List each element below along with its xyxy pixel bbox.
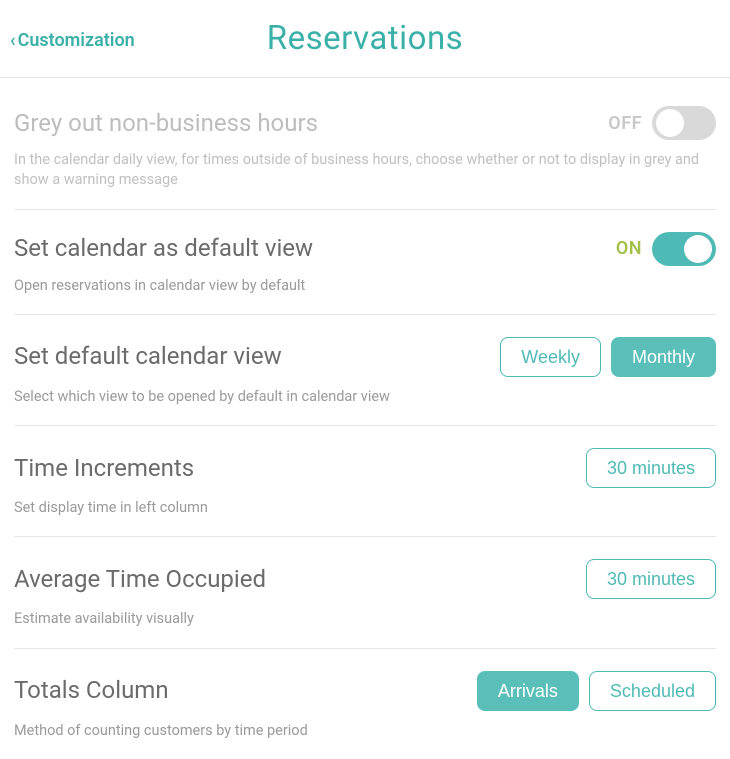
setting-desc: Select which view to be opened by defaul…: [14, 387, 716, 407]
setting-avg-time: Average Time Occupied 30 minutes Estimat…: [14, 537, 716, 648]
setting-title: Average Time Occupied: [14, 565, 266, 594]
setting-time-increments: Time Increments 30 minutes Set display t…: [14, 426, 716, 537]
setting-title: Set calendar as default view: [14, 234, 313, 263]
back-label: Customization: [18, 30, 135, 51]
setting-calendar-view: Set default calendar view Weekly Monthly…: [14, 315, 716, 426]
setting-desc: Method of counting customers by time per…: [14, 721, 716, 741]
back-button[interactable]: ‹ Customization: [10, 30, 135, 51]
setting-title: Totals Column: [14, 676, 169, 705]
toggle-wrap: OFF: [608, 106, 716, 140]
settings-list: Grey out non-business hours OFF In the c…: [0, 78, 730, 759]
default-view-toggle[interactable]: [652, 232, 716, 266]
toggle-wrap: ON: [616, 232, 716, 266]
time-increment-button[interactable]: 30 minutes: [586, 448, 716, 488]
arrivals-option[interactable]: Arrivals: [477, 671, 579, 711]
toggle-state-label: OFF: [608, 113, 642, 134]
avg-time-button[interactable]: 30 minutes: [586, 559, 716, 599]
chevron-left-icon: ‹: [10, 32, 16, 50]
setting-title: Grey out non-business hours: [14, 109, 318, 138]
setting-default-view: Set calendar as default view ON Open res…: [14, 210, 716, 315]
grey-hours-toggle[interactable]: [652, 106, 716, 140]
totals-options: Arrivals Scheduled: [477, 671, 716, 711]
time-increment-value: 30 minutes: [586, 448, 716, 488]
setting-title: Set default calendar view: [14, 342, 282, 371]
setting-desc: Set display time in left column: [14, 498, 716, 518]
setting-totals-column: Totals Column Arrivals Scheduled Method …: [14, 649, 716, 759]
weekly-option[interactable]: Weekly: [500, 337, 601, 377]
setting-desc: Estimate availability visually: [14, 609, 716, 629]
toggle-knob: [684, 235, 712, 263]
toggle-state-label: ON: [616, 238, 642, 259]
monthly-option[interactable]: Monthly: [611, 337, 716, 377]
setting-title: Time Increments: [14, 454, 194, 483]
avg-time-value: 30 minutes: [586, 559, 716, 599]
page-header: ‹ Customization Reservations: [0, 0, 730, 78]
setting-desc: In the calendar daily view, for times ou…: [14, 150, 716, 191]
setting-grey-hours: Grey out non-business hours OFF In the c…: [14, 78, 716, 210]
toggle-knob: [656, 109, 684, 137]
scheduled-option[interactable]: Scheduled: [589, 671, 716, 711]
setting-desc: Open reservations in calendar view by de…: [14, 276, 716, 296]
calendar-view-options: Weekly Monthly: [500, 337, 716, 377]
